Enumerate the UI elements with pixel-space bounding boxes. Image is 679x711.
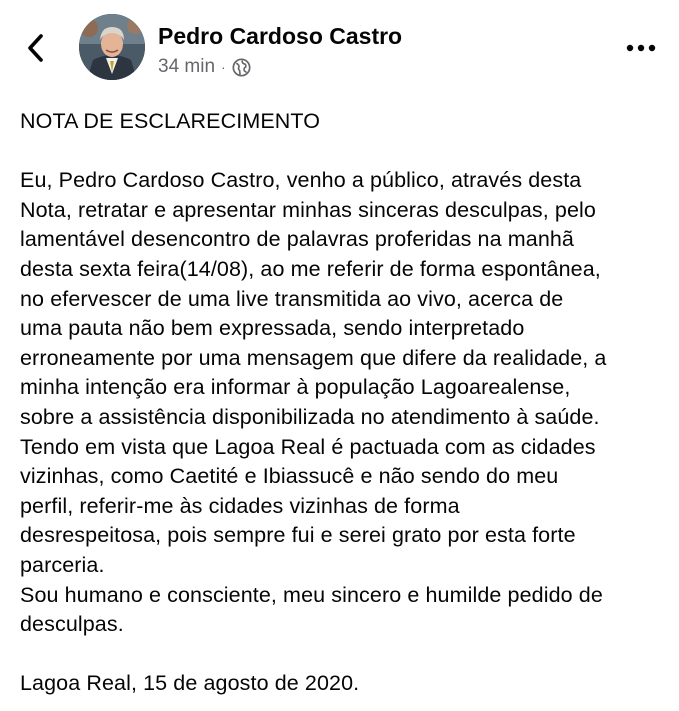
- post-line: no efervescer de uma live transmitida ao…: [20, 286, 564, 311]
- more-horizontal-icon: [626, 44, 656, 52]
- post-line: Eu, Pedro Cardoso Castro, venho a públic…: [20, 168, 582, 193]
- post-line: Nota, retratar e apresentar minhas since…: [20, 197, 596, 222]
- post-line: lamentável desencontro de palavras profe…: [20, 227, 574, 252]
- post-paragraph-1: Eu, Pedro Cardoso Castro, venho a públic…: [20, 166, 670, 580]
- post-line: desculpas.: [20, 612, 124, 637]
- post-line: desta sexta feira(14/08), ao me referir …: [20, 256, 601, 281]
- post-header: Pedro Cardoso Castro 34 min ·: [0, 0, 679, 100]
- post-line: Tendo em vista que Lagoa Real é pactuada…: [20, 434, 596, 459]
- post-line: uma pauta não bem expressada, sendo inte…: [20, 316, 525, 341]
- post-paragraph-2: Sou humano e consciente, meu sincero e h…: [20, 581, 670, 640]
- post-meta: 34 min ·: [158, 55, 251, 79]
- post-line: sobre a assistência disponibilizada no a…: [20, 404, 600, 429]
- post-signature: Lagoa Real, 15 de agosto de 2020.: [20, 671, 360, 696]
- post-line: parceria.: [20, 552, 105, 577]
- post-title: NOTA DE ESCLARECIMENTO: [20, 109, 321, 133]
- chevron-left-icon: [28, 34, 43, 62]
- back-button[interactable]: [22, 30, 52, 66]
- post-line: erroneamente por uma mensagem que difere…: [20, 345, 607, 370]
- meta-separator: ·: [221, 59, 226, 75]
- post-line: minha intenção era informar à população …: [20, 375, 571, 400]
- post-line: desrespeitosa, pois sempre fui e serei g…: [20, 523, 576, 548]
- author-name[interactable]: Pedro Cardoso Castro: [158, 23, 402, 50]
- post-line: vizinhas, como Caetité e Ibiassucê e não…: [20, 464, 559, 489]
- more-options-button[interactable]: [624, 38, 658, 58]
- globe-icon: [232, 57, 251, 77]
- avatar[interactable]: [79, 14, 145, 80]
- post-body: NOTA DE ESCLARECIMENTO Eu, Pedro Cardoso…: [20, 107, 670, 699]
- post-time[interactable]: 34 min: [158, 56, 215, 78]
- post-line: Sou humano e consciente, meu sincero e h…: [20, 582, 603, 607]
- post-line: perfil, referir-me às cidades vizinhas d…: [20, 493, 460, 518]
